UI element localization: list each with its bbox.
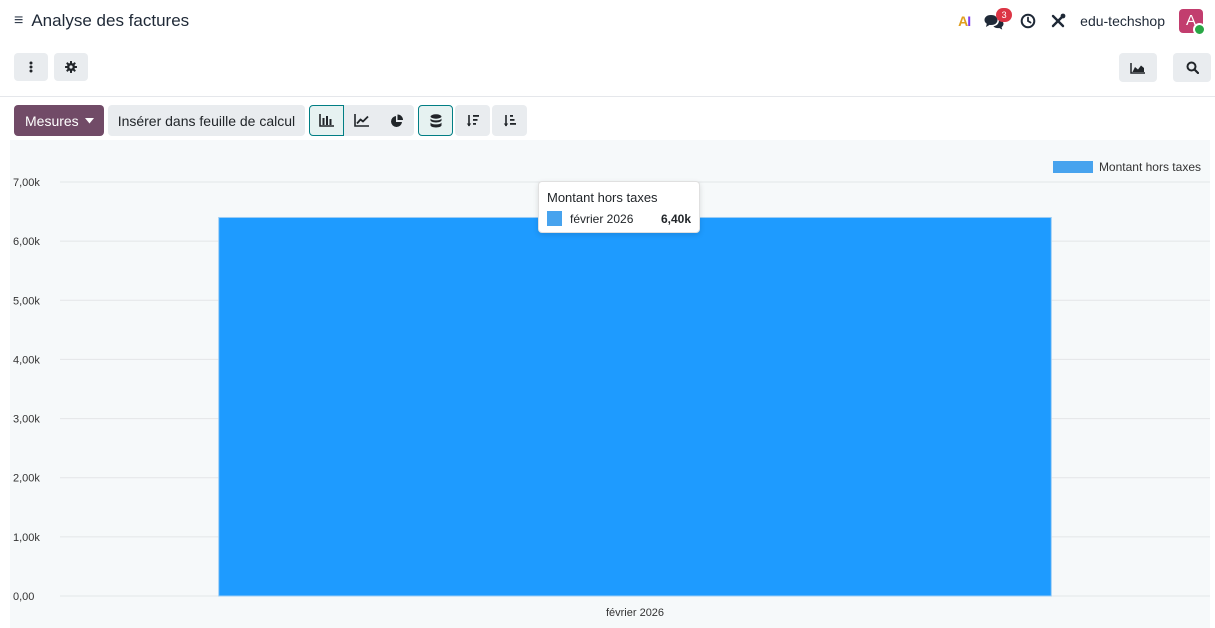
chat-icon[interactable]: 3 (984, 8, 1013, 31)
top-bar: ≡ Analyse des factures AI 3 edu-techshop (0, 0, 1215, 42)
bar-chart-icon (318, 114, 334, 127)
stacked-toggle-button[interactable] (418, 105, 454, 136)
y-tick-label: 3,00k (13, 414, 40, 426)
tooltip-value: 6,40k (660, 211, 691, 226)
vertical-dots-icon (29, 61, 33, 73)
sort-descending-button[interactable] (455, 105, 491, 136)
chart-options-group (418, 105, 528, 136)
tooltip-title: Montant hors taxes (547, 190, 658, 205)
bar-chart-button[interactable] (309, 105, 345, 136)
line-chart-icon (353, 114, 369, 127)
graph-toolbar: Mesures Insérer dans feuille de calcul (14, 105, 528, 136)
avatar[interactable]: A (1179, 9, 1206, 36)
sort-descending-icon (466, 114, 479, 126)
x-tick-label: février 2026 (606, 607, 664, 619)
sort-ascending-button[interactable] (492, 105, 528, 136)
tooltip-label: février 2026 (570, 211, 634, 226)
search-button[interactable] (1173, 53, 1211, 82)
gear-icon (65, 61, 77, 73)
chart-legend[interactable]: Montant hors taxes (1052, 160, 1201, 174)
page-title: Analyse des factures (31, 11, 190, 30)
y-tick-label: 2,00k (13, 473, 40, 485)
pie-chart-icon (390, 114, 403, 127)
clock-icon[interactable] (1020, 13, 1036, 29)
legend-swatch (1052, 161, 1093, 173)
y-tick-label: 7,00k (13, 177, 40, 189)
hamburger-icon[interactable]: ≡ (14, 13, 23, 29)
legend-label: Montant hors taxes (1098, 160, 1201, 174)
sort-ascending-icon (503, 114, 516, 126)
y-tick-label: 0,00 (13, 591, 34, 603)
settings-button[interactable] (54, 53, 88, 81)
y-tick-label: 1,00k (13, 532, 40, 544)
caret-down-icon (84, 117, 94, 123)
line-chart-button[interactable] (344, 105, 380, 136)
systray: AI 3 edu-techshop A (958, 8, 1206, 36)
notification-badge: 3 (996, 8, 1013, 22)
y-tick-label: 6,00k (13, 236, 40, 248)
area-chart-icon (1130, 62, 1145, 74)
chart-type-group (309, 105, 415, 136)
bar[interactable] (218, 216, 1052, 597)
tooltip-row: février 2026 6,40k (547, 211, 691, 226)
chart-tooltip: Montant hors taxes février 2026 6,40k (538, 181, 700, 233)
insert-spreadsheet-button[interactable]: Insérer dans feuille de calcul (107, 105, 306, 136)
ai-icon[interactable]: AI (958, 13, 971, 29)
measures-dropdown-button[interactable]: Mesures (14, 105, 104, 136)
graph-view-button[interactable] (1119, 53, 1157, 82)
header-divider (0, 96, 1215, 97)
presence-indicator (1193, 23, 1206, 36)
y-tick-label: 4,00k (13, 354, 40, 366)
database-icon (430, 113, 442, 127)
company-switcher[interactable]: edu-techshop (1080, 13, 1165, 29)
search-icon (1186, 61, 1199, 74)
tools-icon[interactable] (1050, 13, 1066, 29)
tooltip-swatch (547, 211, 562, 226)
y-tick-label: 5,00k (13, 295, 40, 307)
pie-chart-button[interactable] (379, 105, 415, 136)
actions-button[interactable] (14, 53, 48, 81)
measures-label: Mesures (25, 112, 79, 129)
